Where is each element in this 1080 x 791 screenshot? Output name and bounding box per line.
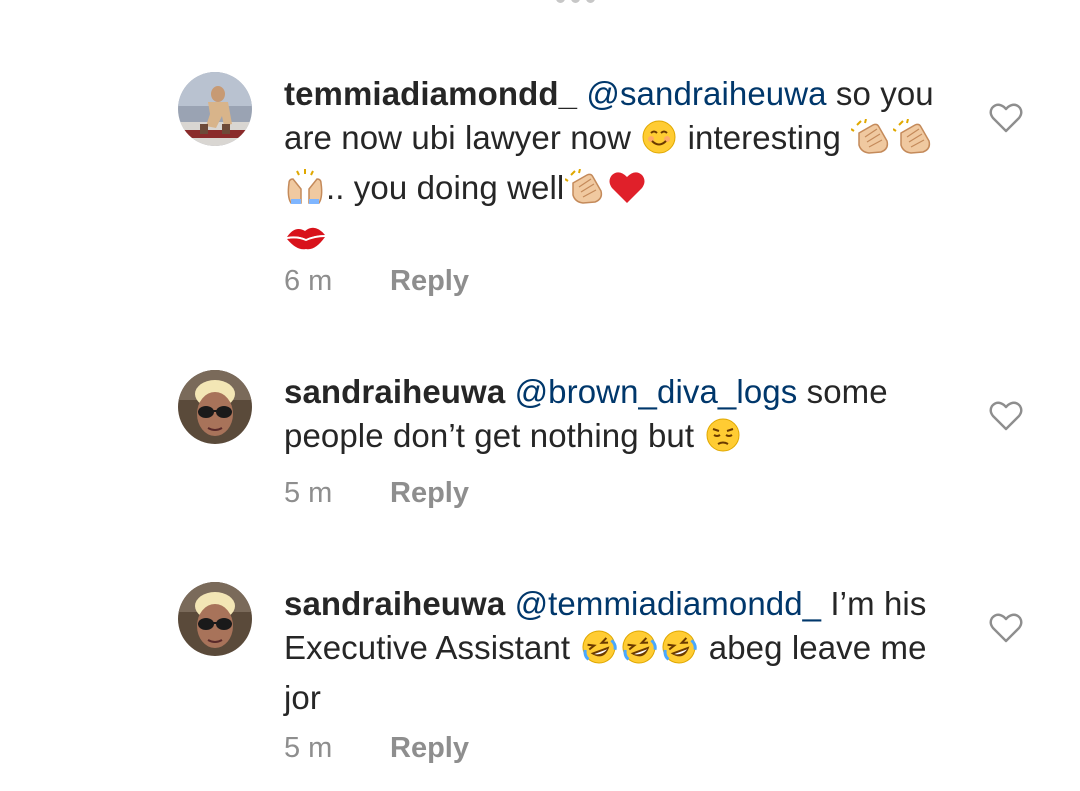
comment-username[interactable]: temmiadiamondd_ xyxy=(284,75,577,112)
reply-button[interactable]: Reply xyxy=(390,261,469,301)
clapping-hands-emoji xyxy=(564,168,605,216)
like-heart-icon[interactable] xyxy=(988,102,1024,134)
comment-mention[interactable]: @brown_diva_logs xyxy=(515,373,798,410)
clapping-hands-emoji xyxy=(892,118,933,166)
comment-text-segment: interesting xyxy=(678,119,851,156)
rolling-laughing-emoji xyxy=(620,629,658,676)
avatar[interactable] xyxy=(178,370,252,444)
comment-mention[interactable]: @sandraiheuwa xyxy=(586,75,826,112)
comment-text: temmiadiamondd_ @sandraiheuwa so you are… xyxy=(284,72,944,266)
pensive-face-emoji xyxy=(704,417,742,464)
like-heart-icon[interactable] xyxy=(988,612,1024,644)
reply-button[interactable]: Reply xyxy=(390,473,469,513)
red-heart-emoji xyxy=(607,169,647,216)
comment-timestamp: 5 m xyxy=(284,477,333,509)
comment-meta: 6 m Reply xyxy=(284,261,469,301)
comment-meta: 5 m Reply xyxy=(284,473,469,513)
comment-timestamp: 6 m xyxy=(284,265,333,297)
avatar[interactable] xyxy=(178,582,252,656)
comment-text-segment: .. you doing well xyxy=(326,169,565,206)
smiling-face-emoji xyxy=(641,119,677,166)
comment-timestamp: 5 m xyxy=(284,732,333,764)
comment-text: sandraiheuwa @temmiadiamondd_ I’m his Ex… xyxy=(284,582,944,720)
comment-mention[interactable]: @temmiadiamondd_ xyxy=(515,585,822,622)
kiss-mark-emoji xyxy=(285,219,327,266)
reply-button[interactable]: Reply xyxy=(390,728,469,768)
comment-text: sandraiheuwa @brown_diva_logs some peopl… xyxy=(284,370,944,464)
avatar[interactable] xyxy=(178,72,252,146)
rolling-laughing-emoji xyxy=(660,629,698,676)
comment-username[interactable]: sandraiheuwa xyxy=(284,373,505,410)
comment-meta: 5 m Reply xyxy=(284,728,469,768)
rolling-laughing-emoji xyxy=(580,629,618,676)
clapping-hands-emoji xyxy=(850,118,891,166)
loading-dots-indicator xyxy=(556,0,596,6)
like-heart-icon[interactable] xyxy=(988,400,1024,432)
raising-hands-emoji xyxy=(285,169,325,216)
comment-username[interactable]: sandraiheuwa xyxy=(284,585,505,622)
